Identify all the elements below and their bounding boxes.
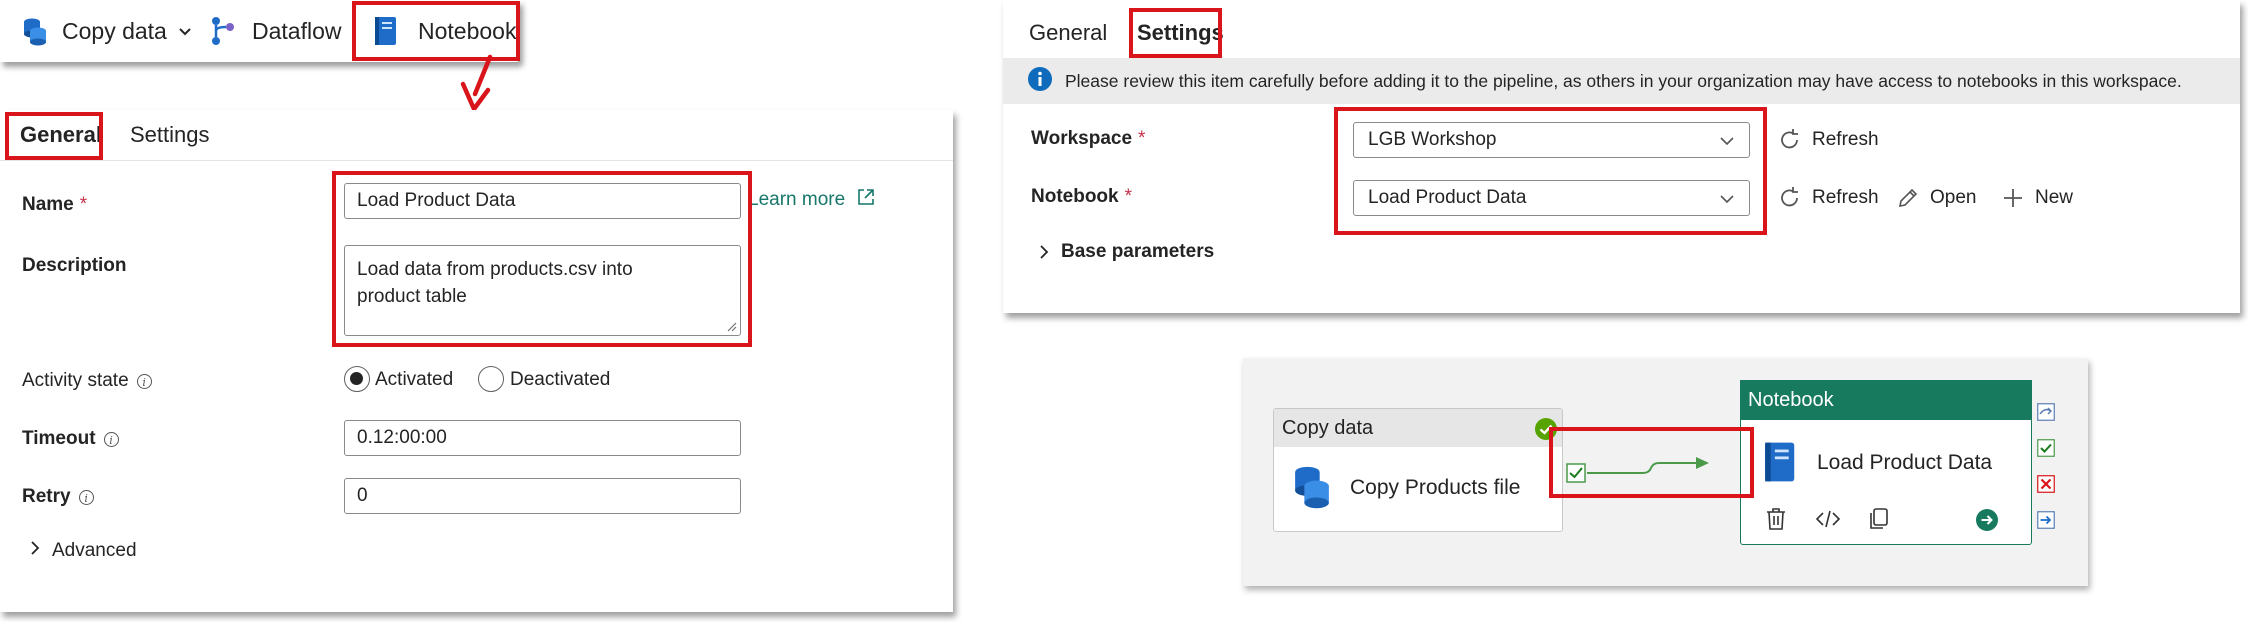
pencil-icon [1898, 188, 1918, 208]
workspace-notebook-highlight-box [1334, 107, 1767, 235]
chevron-right-icon [1040, 245, 1049, 259]
notebook-node-name: Load Product Data [1817, 451, 1993, 474]
timeout-field[interactable]: 0.12:00:00 [344, 420, 741, 456]
copy-icon[interactable] [1868, 507, 1890, 536]
general-tab-highlight-box [5, 112, 103, 160]
connector-highlight-box [1549, 427, 1754, 498]
retry-label: Retry i [22, 486, 94, 508]
notebook-highlight-box [352, 1, 520, 61]
advanced-expander[interactable]: Advanced [28, 540, 137, 562]
settings-tab-highlight-box [1129, 8, 1222, 58]
base-parameters-expander[interactable]: Base parameters [1037, 241, 1214, 263]
failure-output-icon[interactable] [2037, 475, 2055, 498]
dataflow-button[interactable]: Dataflow [210, 0, 341, 62]
open-notebook-button[interactable]: Open [1896, 186, 1976, 210]
notebook-label: Notebook * [1031, 186, 1133, 207]
dataflow-label: Dataflow [252, 17, 342, 44]
notebook-refresh-button[interactable]: Refresh [1778, 186, 1879, 210]
copy-node-header: Copy data [1274, 409, 1562, 447]
copy-data-icon [1292, 463, 1332, 514]
notebook-node-header: Notebook [1740, 380, 2032, 420]
refresh-icon [1781, 129, 1798, 149]
activated-radio[interactable] [344, 366, 370, 392]
refresh-icon [1781, 187, 1798, 207]
skip-output-icon[interactable] [2037, 403, 2055, 426]
learn-more-link[interactable]: Learn more [748, 188, 885, 212]
copy-node-name: Copy Products file [1350, 476, 1521, 499]
new-notebook-button[interactable]: New [2001, 186, 2073, 210]
retry-field[interactable]: 0 [344, 478, 741, 514]
info-icon[interactable]: i [136, 373, 152, 389]
chevron-down-icon[interactable] [177, 23, 193, 39]
deactivated-label: Deactivated [510, 369, 611, 390]
external-link-icon [857, 188, 885, 212]
notebook-icon [1761, 441, 1797, 488]
completion-output-icon[interactable] [2037, 511, 2055, 534]
red-arrow-icon [460, 54, 493, 112]
dataflow-icon [210, 16, 236, 46]
success-output-icon[interactable] [2037, 439, 2055, 462]
info-circle-icon [1027, 66, 1053, 97]
info-banner: Please review this item carefully before… [1003, 58, 2240, 104]
deactivated-radio[interactable] [478, 366, 504, 392]
name-label: Name * [22, 194, 88, 215]
go-arrow-icon[interactable] [1975, 508, 1999, 537]
name-description-highlight-box [332, 171, 752, 347]
copy-data-label: Copy data [62, 17, 167, 44]
notebook-activity-node[interactable]: Notebook Load Product Data [1740, 380, 2032, 545]
workspace-label: Workspace * [1031, 128, 1146, 149]
banner-text: Please review this item carefully before… [1065, 70, 2182, 91]
copy-data-icon [22, 16, 48, 46]
activated-label: Activated [375, 369, 454, 390]
info-icon[interactable]: i [78, 489, 94, 505]
plus-icon [2004, 189, 2022, 207]
code-icon[interactable] [1815, 509, 1841, 534]
description-label: Description [22, 255, 127, 276]
workspace-refresh-button[interactable]: Refresh [1778, 128, 1879, 152]
tab-settings[interactable]: Settings [130, 122, 210, 148]
info-icon[interactable]: i [103, 431, 119, 447]
chevron-right-icon [28, 540, 52, 562]
timeout-label: Timeout i [22, 428, 119, 450]
copy-data-menu[interactable]: Copy data [22, 0, 193, 62]
activity-state-label: Activity state i [22, 370, 152, 392]
delete-icon[interactable] [1765, 507, 1787, 536]
tab-general[interactable]: General [1029, 20, 1107, 46]
copy-data-activity-node[interactable]: Copy data Copy Products file [1273, 408, 1563, 532]
